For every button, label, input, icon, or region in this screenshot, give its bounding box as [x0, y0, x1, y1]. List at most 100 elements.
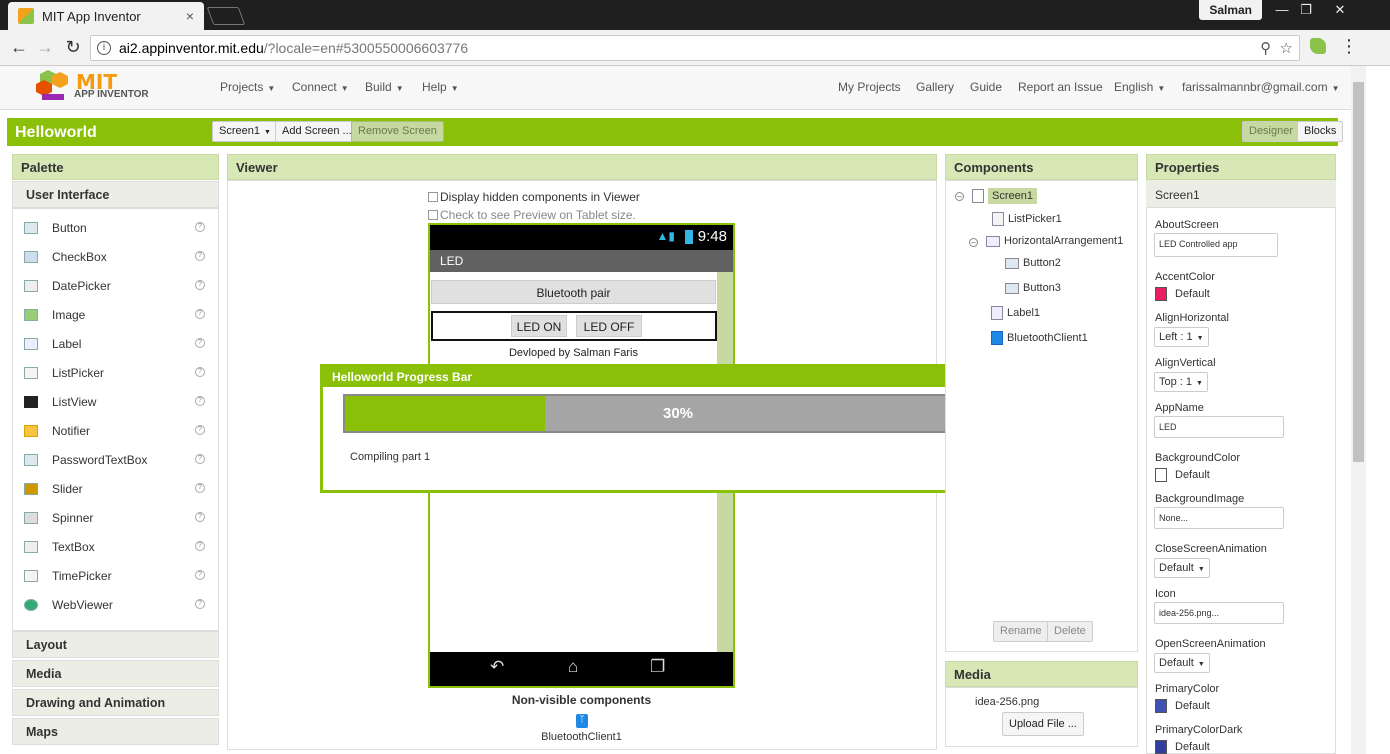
screen-select[interactable]: Screen1 ▼	[212, 121, 278, 142]
palette-item-datepicker[interactable]: DatePicker?	[12, 271, 219, 300]
collapse-icon[interactable]: –	[955, 192, 964, 201]
upload-file-button[interactable]: Upload File ...	[1002, 712, 1084, 736]
tree-button2[interactable]: Button2	[1005, 257, 1061, 269]
palette-item-notifier[interactable]: Notifier?	[12, 416, 219, 445]
palette-item-image[interactable]: Image?	[12, 300, 219, 329]
help-icon[interactable]: ?	[195, 309, 205, 319]
reload-icon[interactable]: ↻	[62, 37, 84, 58]
help-icon[interactable]: ?	[195, 396, 205, 406]
menu-language[interactable]: English ▼	[1114, 80, 1165, 94]
alignhorizontal-select[interactable]: Left : 1 ▼	[1154, 327, 1209, 347]
close-tab-icon[interactable]: ×	[186, 8, 194, 24]
menu-help[interactable]: Help ▼	[422, 80, 459, 94]
openscreenanimation-select[interactable]: Default ▼	[1154, 653, 1210, 673]
backgroundimage-input[interactable]: None...	[1154, 507, 1284, 529]
backgroundcolor-picker[interactable]: Default	[1155, 468, 1210, 482]
palette-item-label[interactable]: Label?	[12, 329, 219, 358]
tree-bluetoothclient1[interactable]: BluetoothClient1	[991, 331, 1088, 345]
add-screen-button[interactable]: Add Screen ...	[275, 121, 359, 142]
palette-category-user-interface[interactable]: User Interface	[12, 181, 219, 208]
help-icon[interactable]: ?	[195, 570, 205, 580]
help-icon[interactable]: ?	[195, 338, 205, 348]
bluetooth-pair-button[interactable]: Bluetooth pair	[431, 280, 716, 304]
alignvertical-select[interactable]: Top : 1 ▼	[1154, 372, 1208, 392]
menu-build[interactable]: Build ▼	[365, 80, 404, 94]
tree-horizontalarrangement1[interactable]: HorizontalArrangement1	[986, 235, 1123, 247]
info-icon[interactable]: i	[97, 41, 111, 55]
back-icon[interactable]: ←	[8, 37, 30, 58]
tree-label1[interactable]: Label1	[991, 306, 1040, 320]
browser-tab[interactable]: MIT App Inventor ×	[8, 2, 204, 30]
browser-menu-icon[interactable]: ⋮	[1340, 36, 1358, 57]
media-file[interactable]: idea-256.png	[975, 696, 1039, 708]
profile-button[interactable]: Salman	[1199, 0, 1262, 20]
icon-input[interactable]: idea-256.png...	[1154, 602, 1284, 624]
help-icon[interactable]: ?	[195, 367, 205, 377]
nonvisible-bluetoothclient[interactable]: BluetoothClient1	[428, 731, 735, 743]
developer-label[interactable]: Devloped by Salman Faris	[430, 347, 717, 359]
palette-item-passwordtextbox[interactable]: PasswordTextBox?	[12, 445, 219, 474]
palette-category-layout[interactable]: Layout	[12, 631, 219, 658]
collapse-icon[interactable]: –	[969, 238, 978, 247]
palette-category-maps[interactable]: Maps	[12, 718, 219, 745]
blocks-button[interactable]: Blocks	[1297, 121, 1344, 142]
palette-item-spinner[interactable]: Spinner?	[12, 503, 219, 532]
palette-item-timepicker[interactable]: TimePicker?	[12, 561, 219, 590]
rename-button[interactable]: Rename	[993, 621, 1049, 642]
link-gallery[interactable]: Gallery	[916, 80, 954, 94]
new-tab-button[interactable]	[206, 7, 246, 25]
address-bar[interactable]: i ai2.appinventor.mit.edu /?locale=en#53…	[90, 35, 1300, 61]
horizontal-arrangement[interactable]: LED ON LED OFF	[431, 311, 717, 341]
page-scrollbar[interactable]	[1351, 66, 1366, 754]
help-icon[interactable]: ?	[195, 454, 205, 464]
aboutscreen-textarea[interactable]: LED Controlled app	[1154, 233, 1278, 257]
tree-listpicker1[interactable]: ListPicker1	[992, 212, 1062, 226]
tablet-preview-checkbox[interactable]: Check to see Preview on Tablet size.	[428, 208, 636, 222]
delete-button[interactable]: Delete	[1047, 621, 1093, 642]
help-icon[interactable]: ?	[195, 280, 205, 290]
palette-item-webviewer[interactable]: WebViewer?	[12, 590, 219, 619]
palette-item-textbox[interactable]: TextBox?	[12, 532, 219, 561]
palette-category-drawing[interactable]: Drawing and Animation	[12, 689, 219, 716]
accentcolor-picker[interactable]: Default	[1155, 287, 1210, 301]
palette-item-listpicker[interactable]: ListPicker?	[12, 358, 219, 387]
scrollbar-thumb[interactable]	[1353, 82, 1364, 462]
extension-icon[interactable]	[1310, 38, 1326, 54]
help-icon[interactable]: ?	[195, 483, 205, 493]
link-report-issue[interactable]: Report an Issue	[1018, 80, 1103, 94]
app-inventor-logo-icon[interactable]	[32, 70, 76, 104]
forward-icon[interactable]: →	[34, 37, 56, 58]
palette-item-listview[interactable]: ListView?	[12, 387, 219, 416]
tree-screen1[interactable]: Screen1	[972, 188, 1037, 204]
closescreenanimation-select[interactable]: Default ▼	[1154, 558, 1210, 578]
palette-category-media[interactable]: Media	[12, 660, 219, 687]
help-icon[interactable]: ?	[195, 425, 205, 435]
primarycolordark-picker[interactable]: Default	[1155, 740, 1210, 754]
primarycolor-picker[interactable]: Default	[1155, 699, 1210, 713]
progress-bar: 30%	[343, 394, 1013, 433]
palette-item-button[interactable]: Button?	[12, 213, 219, 242]
palette-item-slider[interactable]: Slider?	[12, 474, 219, 503]
designer-button[interactable]: Designer	[1242, 121, 1301, 142]
led-off-button[interactable]: LED OFF	[576, 315, 642, 337]
help-icon[interactable]: ?	[195, 222, 205, 232]
help-icon[interactable]: ?	[195, 541, 205, 551]
link-guide[interactable]: Guide	[970, 80, 1002, 94]
help-icon[interactable]: ?	[195, 251, 205, 261]
appname-input[interactable]: LED	[1154, 416, 1284, 438]
restore-icon[interactable]: ❐	[1292, 2, 1320, 18]
zoom-and-bookmark-icons[interactable]: ⚲ ☆	[1260, 39, 1293, 57]
menu-connect[interactable]: Connect ▼	[292, 80, 349, 94]
help-icon[interactable]: ?	[195, 512, 205, 522]
display-hidden-checkbox[interactable]: Display hidden components in Viewer	[428, 190, 640, 204]
tree-button3[interactable]: Button3	[1005, 282, 1061, 294]
menu-account[interactable]: farissalmannbr@gmail.com ▼	[1182, 80, 1339, 94]
remove-screen-button[interactable]: Remove Screen	[351, 121, 444, 142]
menu-projects[interactable]: Projects ▼	[220, 80, 275, 94]
link-my-projects[interactable]: My Projects	[838, 80, 901, 94]
bluetooth-icon[interactable]: ᛉ	[576, 714, 588, 728]
close-window-icon[interactable]: ✕	[1326, 2, 1354, 18]
palette-item-checkbox[interactable]: CheckBox?	[12, 242, 219, 271]
led-on-button[interactable]: LED ON	[511, 315, 567, 337]
help-icon[interactable]: ?	[195, 599, 205, 609]
